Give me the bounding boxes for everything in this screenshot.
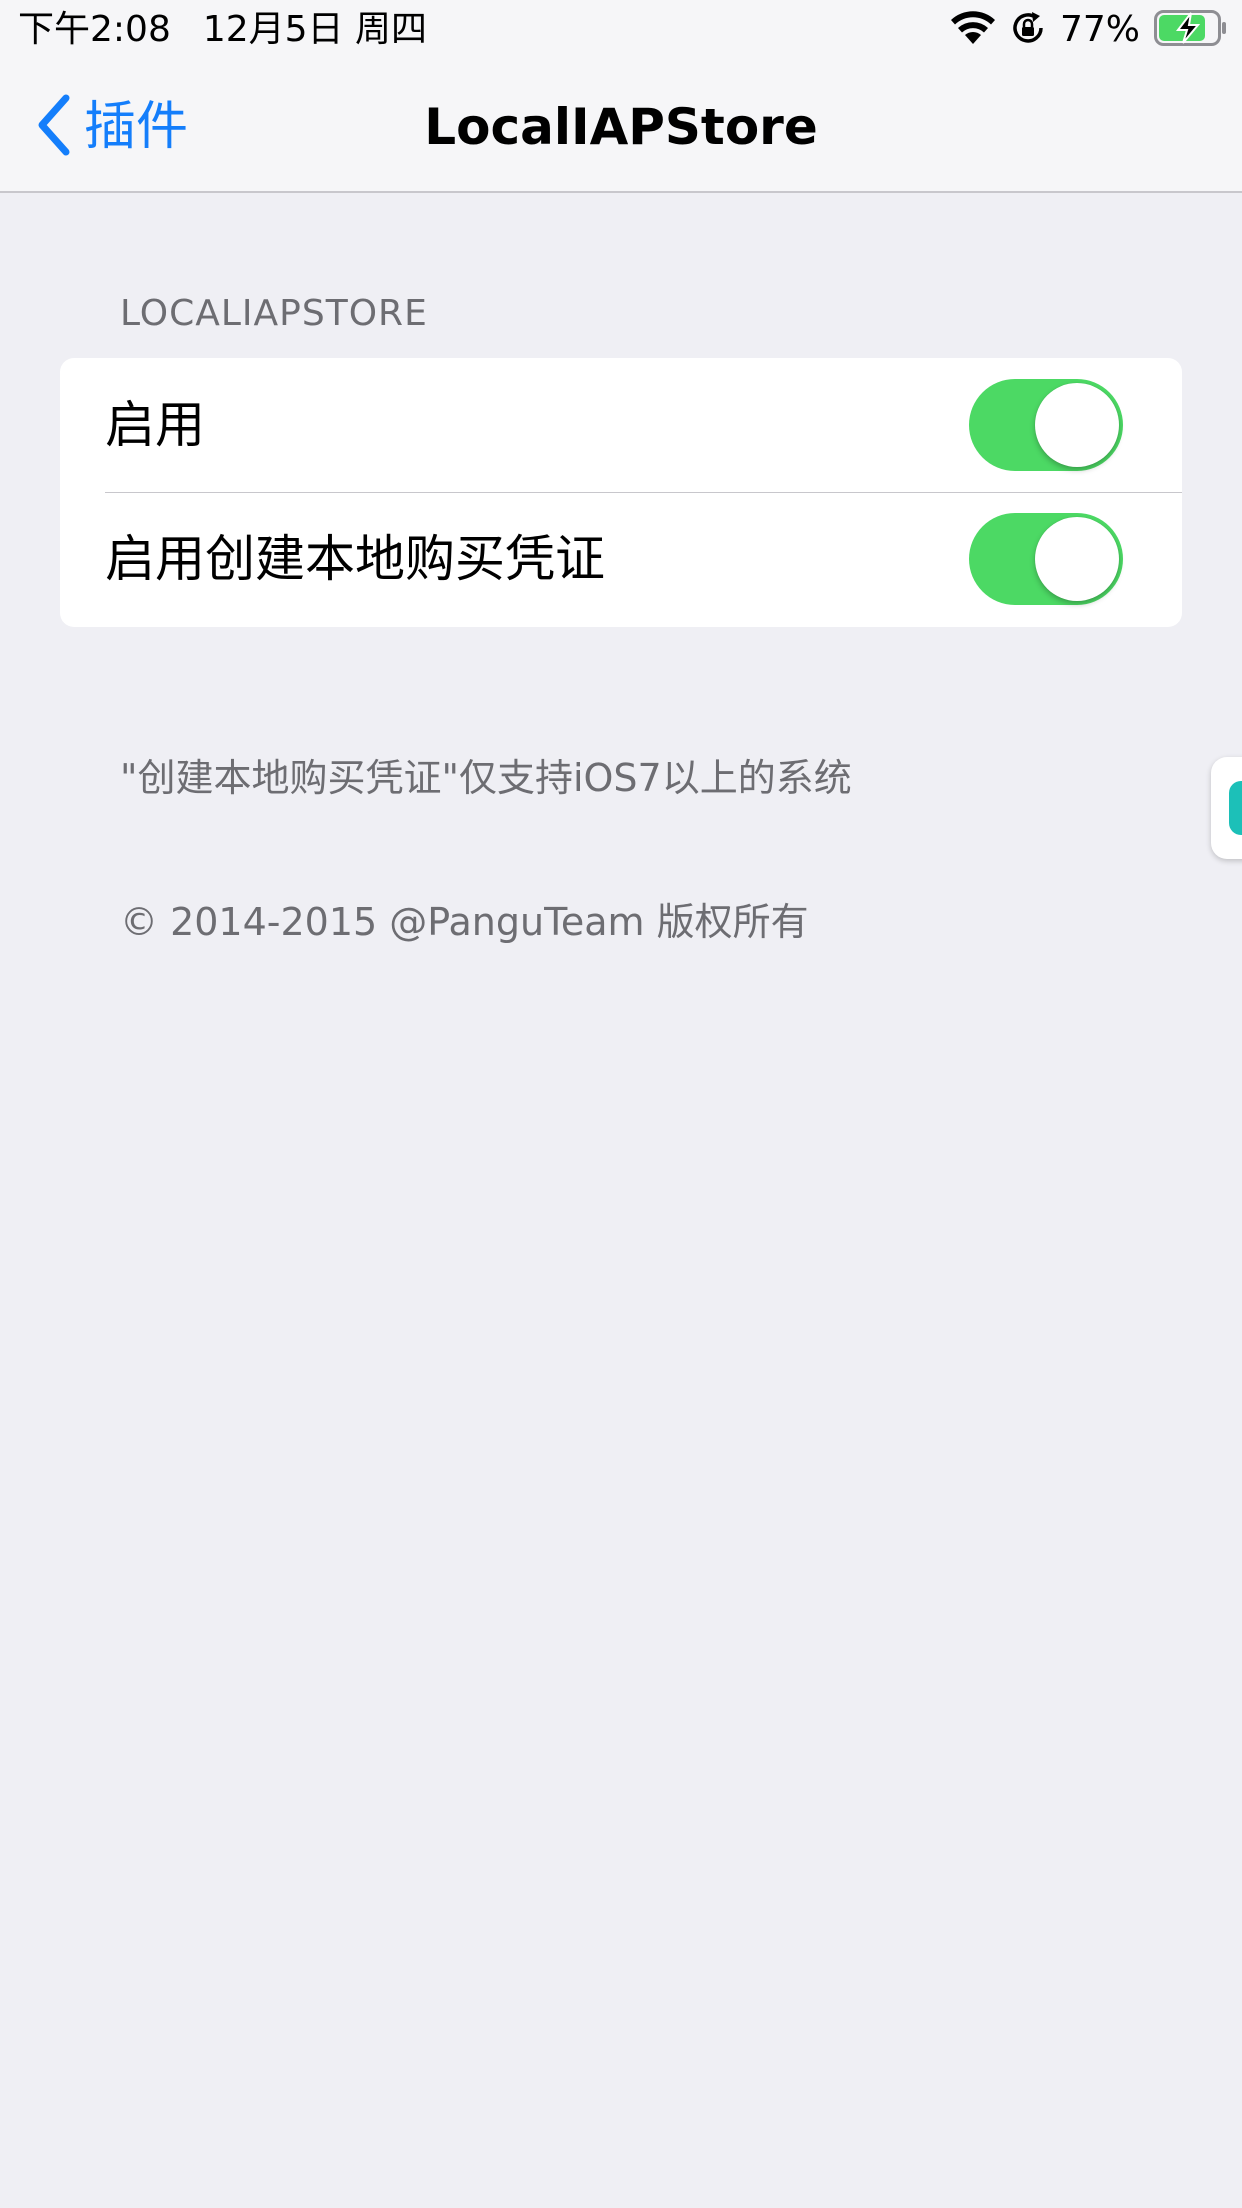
section-header: LOCALIAPSTORE: [120, 293, 428, 334]
setting-row-label: 启用: [105, 396, 205, 454]
orientation-lock-icon: [1010, 10, 1046, 50]
toggle-knob: [1035, 383, 1119, 467]
floating-assistive-button[interactable]: [1211, 757, 1242, 859]
local-receipt-toggle[interactable]: [969, 513, 1123, 605]
copyright-text: © 2014-2015 @PanguTeam 版权所有: [120, 900, 809, 944]
settings-screen: 下午2:08 12月5日 周四 77% 插件 LocalIAPStore LOC…: [0, 0, 1242, 2208]
status-date: 12月5日 周四: [202, 9, 428, 50]
battery-percent: 77%: [1059, 9, 1140, 50]
top-bar: 下午2:08 12月5日 周四 77% 插件 LocalIAPStore: [0, 0, 1242, 193]
floating-button-icon: [1229, 781, 1242, 835]
setting-row-label: 启用创建本地购买凭证: [105, 530, 605, 588]
settings-group: 启用 启用创建本地购买凭证: [60, 358, 1182, 627]
toggle-knob: [1035, 517, 1119, 601]
setting-row-enable: 启用: [60, 358, 1182, 492]
enable-toggle[interactable]: [969, 379, 1123, 471]
page-title: LocalIAPStore: [424, 98, 818, 156]
status-bar-left: 下午2:08 12月5日 周四: [18, 6, 427, 54]
footer-note: "创建本地购买凭证"仅支持iOS7以上的系统: [120, 756, 852, 800]
setting-row-local-receipt: 启用创建本地购买凭证: [60, 492, 1182, 626]
status-time: 下午2:08: [18, 9, 171, 50]
battery-charging-icon: [1154, 10, 1228, 50]
wifi-icon: [950, 10, 996, 50]
status-bar-right: 77%: [950, 6, 1228, 54]
